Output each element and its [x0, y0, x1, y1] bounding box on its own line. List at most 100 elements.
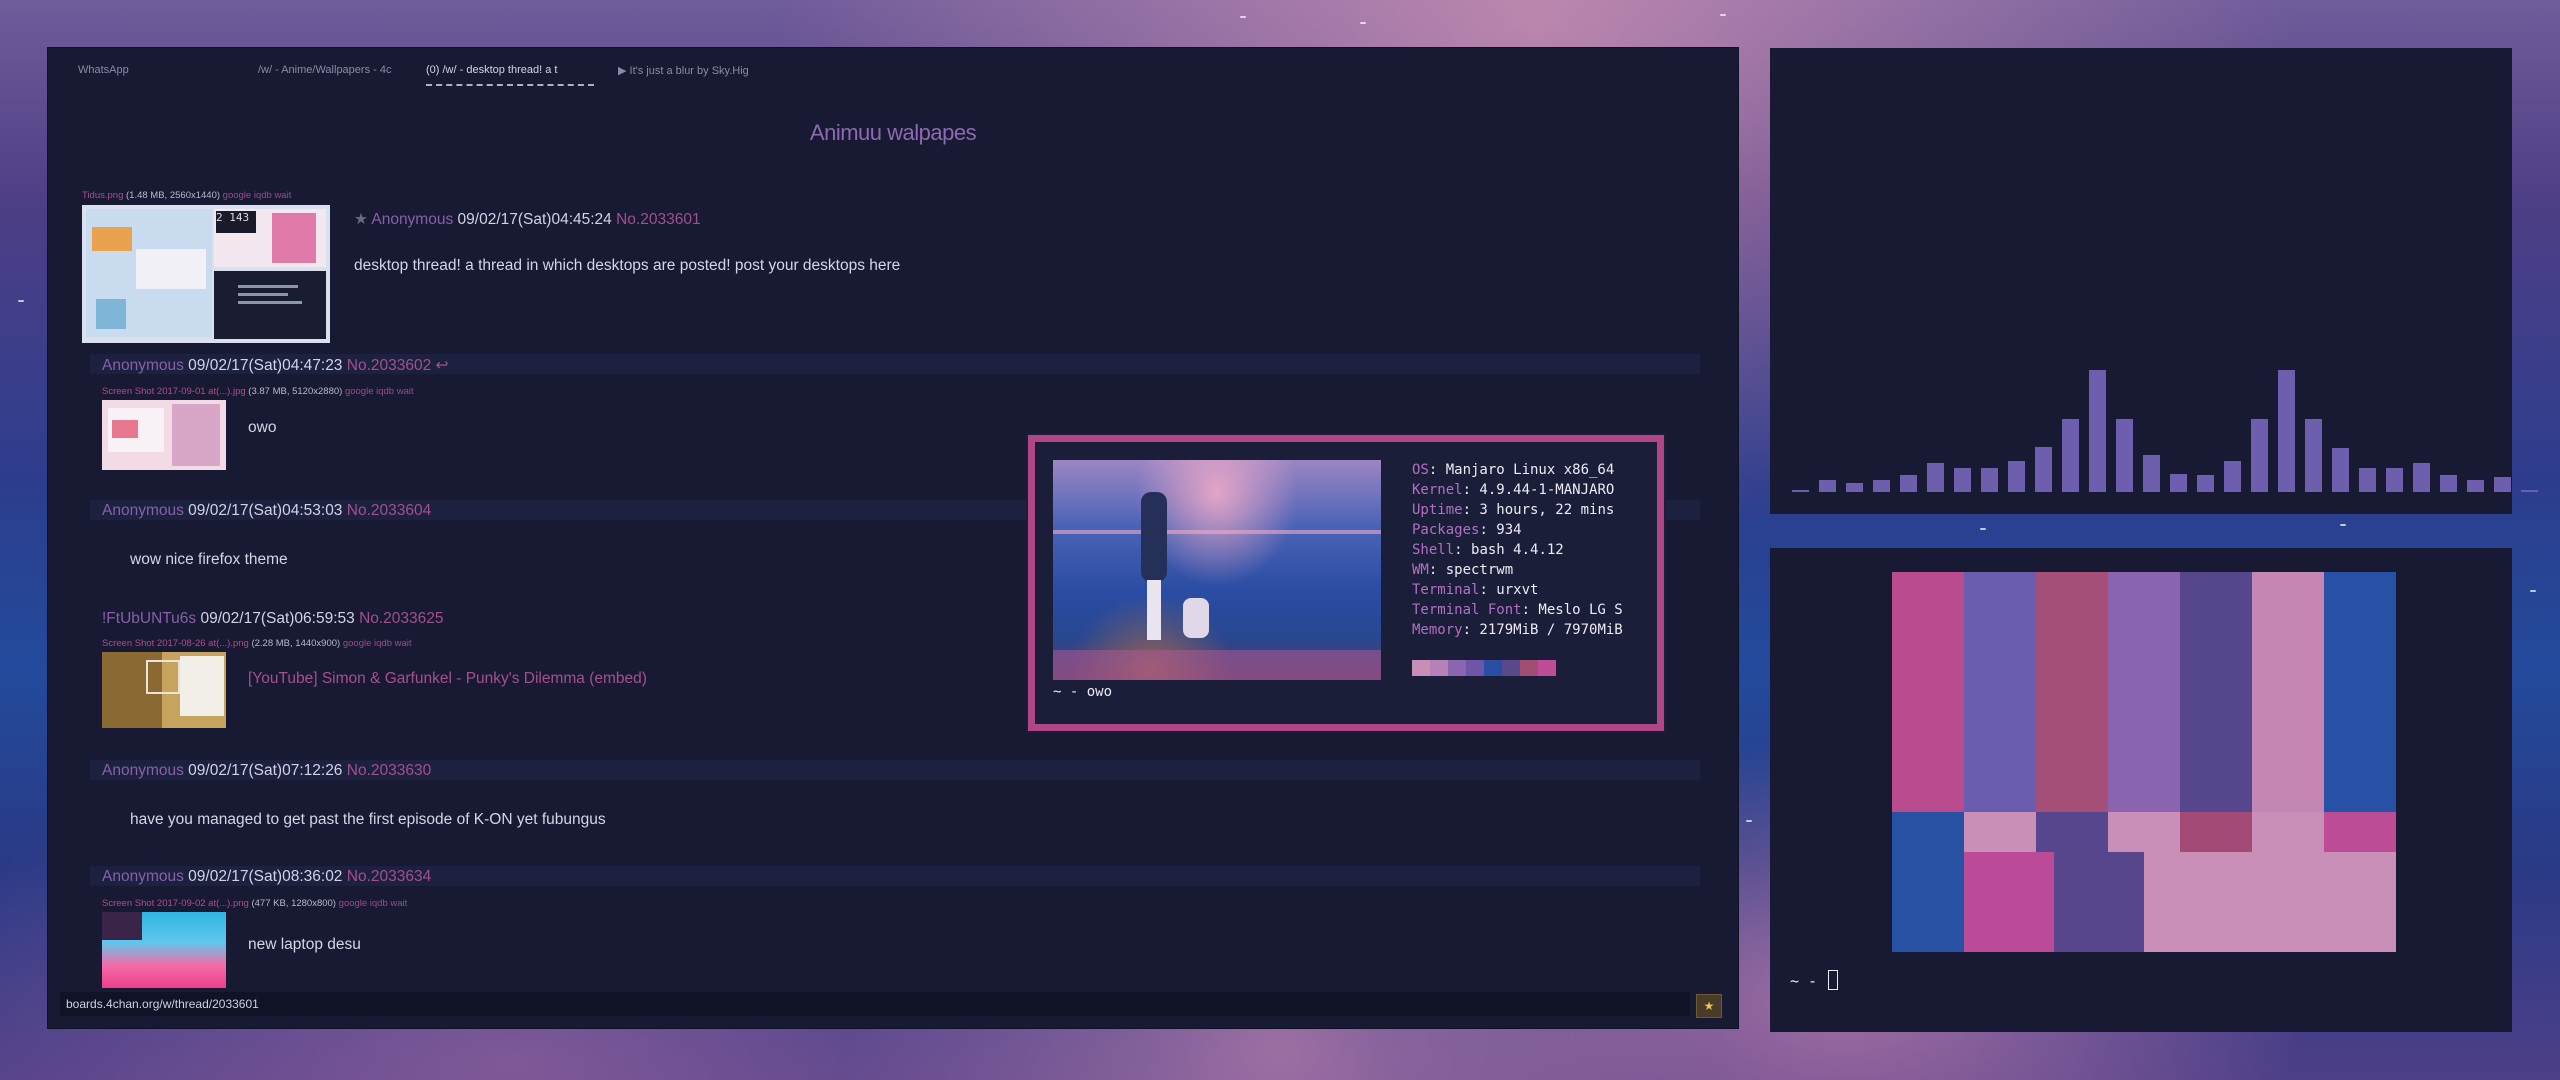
reply-thumbnail[interactable]: [102, 912, 226, 988]
reply-header: Anonymous 09/02/17(Sat)08:36:02 No.20336…: [102, 868, 431, 886]
terminal-prompt-text: ~ -: [1790, 972, 1818, 990]
color-bar: [1964, 812, 2036, 852]
neofetch-color-palette: [1412, 660, 1556, 676]
visualizer-bar: [1792, 490, 1809, 492]
op-thumb-screen-left: [86, 209, 212, 337]
reply-file-meta: (477 KB, 1280x800): [251, 898, 336, 909]
neofetch-info-value: : 2179MiB / 7970MiB: [1462, 622, 1623, 638]
reply-image-search-links[interactable]: google iqdb wait: [343, 638, 412, 649]
neofetch-palette-swatch: [1520, 660, 1538, 676]
favorite-star-icon[interactable]: ★: [354, 211, 368, 228]
reply-post-number[interactable]: No.2033602: [347, 357, 431, 374]
visualizer-bar: [2305, 419, 2322, 492]
board-title: Animuu walpapes: [809, 120, 977, 145]
visualizer-bar: [2359, 468, 2376, 492]
color-bar: [2036, 812, 2108, 852]
visualizer-bar: [2170, 474, 2187, 492]
reply-file-link[interactable]: Screen Shot 2017-08-26 at(...).png: [102, 638, 249, 649]
reply-post-number[interactable]: No.2033630: [347, 762, 431, 779]
visualizer-bar: [2332, 448, 2349, 492]
tab-youtube-music[interactable]: ▶ It's just a blur by Sky.Hig: [618, 64, 768, 84]
visualizer-bar: [2413, 463, 2430, 492]
tab-desktop-thread[interactable]: (0) /w/ - desktop thread! a t: [426, 64, 594, 86]
visualizer-bar: [1900, 475, 1917, 492]
reply-image-search-links[interactable]: google iqdb wait: [345, 386, 414, 397]
neofetch-info-key: OS: [1412, 462, 1429, 478]
visualizer-bar: [2008, 461, 2025, 492]
color-bar: [1964, 852, 2054, 952]
color-bar: [2180, 572, 2252, 812]
op-thumb-screen-bottom-right: [214, 271, 326, 339]
op-comment: desktop thread! a thread in which deskto…: [354, 257, 901, 274]
visualizer-bar: [2062, 419, 2079, 492]
audio-visualizer-bars: [1792, 48, 2538, 514]
op-thumb-screen-top-right: 2 143: [214, 209, 326, 267]
reply-date: 09/02/17(Sat)06:59:53: [200, 610, 355, 627]
reply-comment: new laptop desu: [248, 936, 361, 953]
visualizer-bar: [1927, 463, 1944, 492]
reply-header: Anonymous 09/02/17(Sat)07:12:26 No.20336…: [102, 762, 431, 780]
reply-comment: owo: [248, 419, 277, 436]
reply-backlink-arrow-icon[interactable]: ↩: [436, 357, 449, 374]
visualizer-bar: [1819, 480, 1836, 492]
terminal-prompt[interactable]: ~ -: [1790, 970, 1839, 990]
color-bars-grid: [1892, 572, 2396, 952]
tab-whatsapp[interactable]: WhatsApp: [78, 64, 248, 84]
neofetch-wallpaper-image: [1053, 460, 1381, 680]
color-bar: [2324, 812, 2396, 852]
reply-thumbnail[interactable]: [102, 652, 226, 728]
terminal-cursor: [1828, 970, 1839, 990]
visualizer-bar: [1873, 480, 1890, 492]
op-post-number[interactable]: No.2033601: [616, 211, 700, 228]
op-date: 09/02/17(Sat)04:45:24: [457, 211, 612, 228]
op-image-search-links[interactable]: google iqdb wait: [223, 190, 292, 201]
color-bar: [2324, 572, 2396, 812]
reply-header: !FtUbUNTu6s 09/02/17(Sat)06:59:53 No.203…: [102, 610, 444, 628]
youtube-embed-link[interactable]: [YouTube] Simon & Garfunkel - Punky's Di…: [248, 670, 647, 688]
visualizer-bar: [2278, 370, 2295, 492]
reply-comment: have you managed to get past the first e…: [130, 811, 606, 828]
neofetch-info-value: : Meslo LG S: [1521, 602, 1623, 618]
neofetch-prompt[interactable]: ~ - owo: [1053, 684, 1112, 700]
visualizer-bar: [2116, 419, 2133, 492]
reply-image-search-links[interactable]: google iqdb wait: [339, 898, 408, 909]
reply-thumbnail[interactable]: [102, 400, 226, 470]
visualizer-bar: [1846, 483, 1863, 492]
color-bar: [2180, 812, 2252, 852]
op-file-link[interactable]: Tidus.png: [82, 190, 123, 201]
reply-date: 09/02/17(Sat)04:47:23: [188, 357, 343, 374]
reply-poster-name: Anonymous: [102, 868, 184, 885]
neofetch-palette-swatch: [1502, 660, 1520, 676]
color-bar: [2108, 572, 2180, 812]
extension-star-icon[interactable]: ★: [1696, 994, 1722, 1018]
neofetch-info-key: Uptime: [1412, 502, 1463, 518]
reply-post-number[interactable]: No.2033634: [347, 868, 431, 885]
neofetch-info-line: Kernel: 4.9.44-1-MANJARO: [1412, 480, 1623, 500]
visualizer-bar: [2089, 370, 2106, 492]
op-thumbnail[interactable]: 2 143: [82, 205, 330, 343]
reply-date: 09/02/17(Sat)07:12:26: [188, 762, 343, 779]
visualizer-bar: [2467, 480, 2484, 492]
neofetch-palette-swatch: [1430, 660, 1448, 676]
neofetch-info-line: Packages: 934: [1412, 520, 1623, 540]
tab-w-anime-wallpapers[interactable]: /w/ - Anime/Wallpapers - 4c: [258, 64, 408, 84]
op-file-meta: (1.48 MB, 2560x1440): [126, 190, 221, 201]
neofetch-system-info: OS: Manjaro Linux x86_64 Kernel: 4.9.44-1…: [1412, 460, 1623, 640]
neofetch-info-line: Memory: 2179MiB / 7970MiB: [1412, 620, 1623, 640]
color-bar: [2108, 812, 2180, 852]
visualizer-bar: [1954, 468, 1971, 492]
neofetch-info-line: Terminal: urxvt: [1412, 580, 1623, 600]
neofetch-info-value: : bash 4.4.12: [1454, 542, 1564, 558]
visualizer-bar: [2035, 447, 2052, 492]
neofetch-info-value: : spectrwm: [1428, 562, 1514, 578]
reply-file-link[interactable]: Screen Shot 2017-09-02 at(...).png: [102, 898, 249, 909]
color-bar: [2036, 572, 2108, 812]
reply-post-number[interactable]: No.2033604: [347, 502, 431, 519]
neofetch-info-line: Shell: bash 4.4.12: [1412, 540, 1623, 560]
reply-file-meta: (3.87 MB, 5120x2880): [248, 386, 343, 397]
reply-date: 09/02/17(Sat)08:36:02: [188, 868, 343, 885]
neofetch-palette-swatch: [1448, 660, 1466, 676]
reply-file-link[interactable]: Screen Shot 2017-09-01 at(...).jpg: [102, 386, 246, 397]
reply-post-number[interactable]: No.2033625: [359, 610, 443, 627]
color-bar: [1892, 812, 1964, 952]
